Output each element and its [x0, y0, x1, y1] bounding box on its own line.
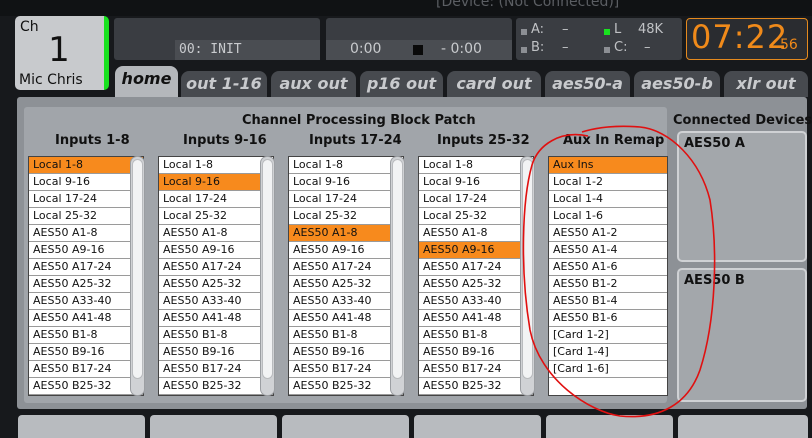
annotation-ellipse [522, 125, 716, 418]
